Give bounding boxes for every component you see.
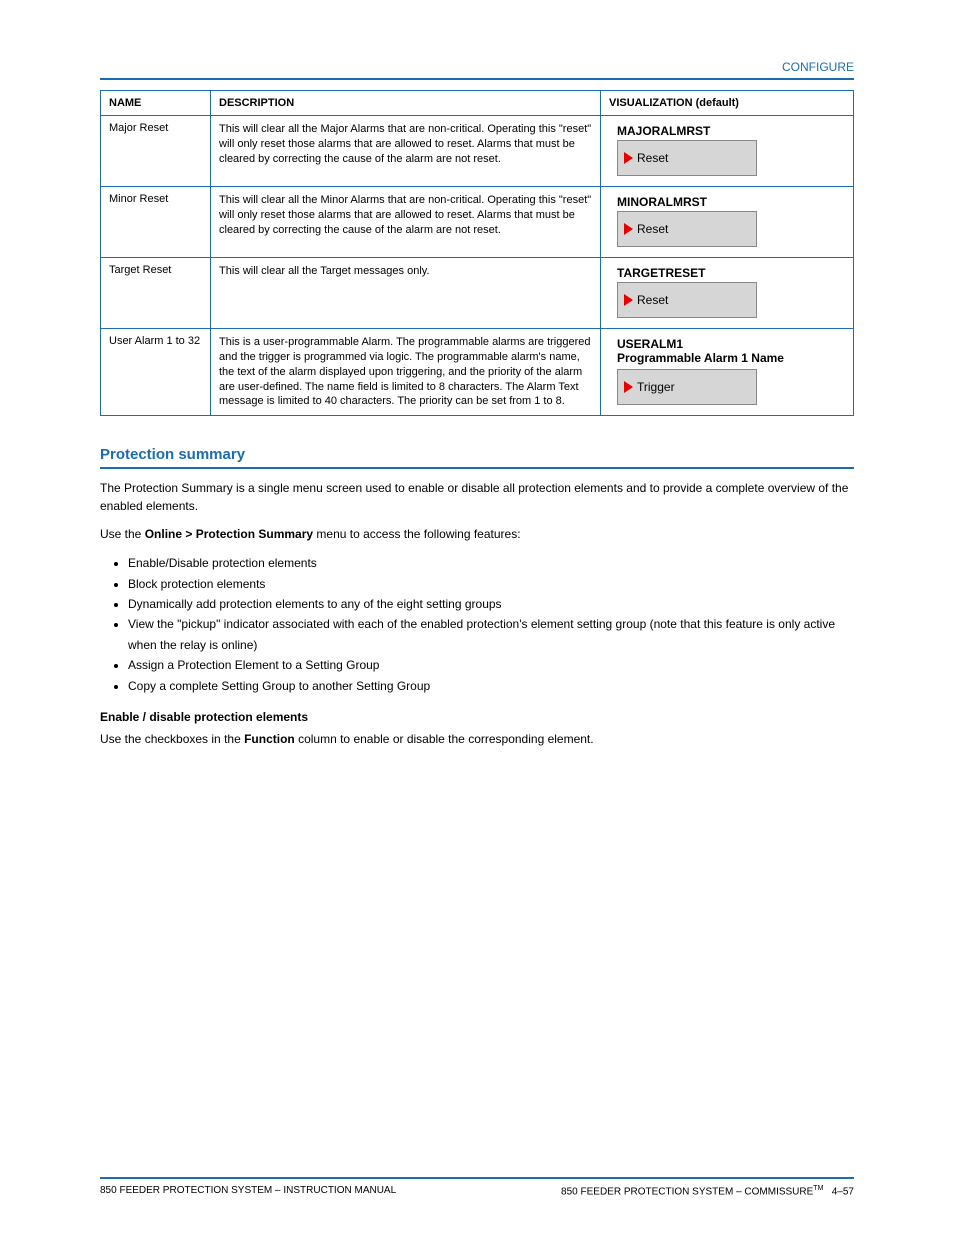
list-item: Block protection elements — [128, 574, 854, 594]
row-desc: This will clear all the Target messages … — [211, 258, 601, 329]
vis-title: TARGETRESET — [617, 266, 845, 280]
play-icon — [624, 381, 633, 393]
sub-c: column to enable or disable the correspo… — [295, 732, 594, 746]
table-row: Major ResetThis will clear all the Major… — [101, 116, 854, 187]
page-footer: 850 FEEDER PROTECTION SYSTEM – INSTRUCTI… — [100, 1177, 854, 1197]
subsection-p: Use the checkboxes in the Function colum… — [100, 730, 854, 748]
vis-button-label: Reset — [637, 222, 668, 236]
reset-button[interactable]: Reset — [617, 282, 757, 318]
reset-button[interactable]: Reset — [617, 211, 757, 247]
table-header-row: NAME DESCRIPTION VISUALIZATION (default) — [101, 91, 854, 116]
vis-subtitle: Programmable Alarm 1 Name — [617, 351, 845, 365]
row-name: Target Reset — [101, 258, 211, 329]
vis-title: MAJORALMRST — [617, 124, 845, 138]
alarms-table: NAME DESCRIPTION VISUALIZATION (default)… — [100, 90, 854, 416]
footer-right-a: 850 FEEDER PROTECTION SYSTEM – COMMISSUR… — [561, 1186, 813, 1197]
row-name: Minor Reset — [101, 187, 211, 258]
play-icon — [624, 152, 633, 164]
row-name: User Alarm 1 to 32 — [101, 329, 211, 416]
sub-b: Function — [244, 732, 295, 746]
footer-page: 4–57 — [832, 1186, 854, 1197]
list-item: Dynamically add protection elements to a… — [128, 594, 854, 614]
list-item: Enable/Disable protection elements — [128, 553, 854, 573]
section-title: Protection summary — [100, 446, 854, 469]
feature-list: Enable/Disable protection elementsBlock … — [100, 553, 854, 696]
subsection-title: Enable / disable protection elements — [100, 710, 854, 724]
list-item: Assign a Protection Element to a Setting… — [128, 655, 854, 675]
p2-a: Use the — [100, 527, 145, 541]
col-desc: DESCRIPTION — [211, 91, 601, 116]
row-vis: MINORALMRST Reset — [601, 187, 854, 258]
table-row: User Alarm 1 to 32This is a user-program… — [101, 329, 854, 416]
vis-title: MINORALMRST — [617, 195, 845, 209]
col-name: NAME — [101, 91, 211, 116]
tm-mark: TM — [813, 1185, 823, 1192]
play-icon — [624, 223, 633, 235]
row-vis: USERALM1Programmable Alarm 1 Name Trigger — [601, 329, 854, 416]
page-header: CONFIGURE — [100, 60, 854, 80]
header-right: CONFIGURE — [782, 60, 854, 74]
row-desc: This will clear all the Minor Alarms tha… — [211, 187, 601, 258]
section-p1: The Protection Summary is a single menu … — [100, 479, 854, 515]
row-desc: This is a user-programmable Alarm. The p… — [211, 329, 601, 416]
list-item: Copy a complete Setting Group to another… — [128, 676, 854, 696]
vis-button-label: Trigger — [637, 380, 675, 394]
p2-c: menu to access the following features: — [313, 527, 520, 541]
vis-button-label: Reset — [637, 151, 668, 165]
table-row: Minor ResetThis will clear all the Minor… — [101, 187, 854, 258]
row-vis: TARGETRESET Reset — [601, 258, 854, 329]
trigger-button[interactable]: Trigger — [617, 369, 757, 405]
vis-button-label: Reset — [637, 293, 668, 307]
table-row: Target ResetThis will clear all the Targ… — [101, 258, 854, 329]
sub-a: Use the checkboxes in the — [100, 732, 244, 746]
vis-title: USERALM1 — [617, 337, 845, 351]
row-vis: MAJORALMRST Reset — [601, 116, 854, 187]
list-item: View the "pickup" indicator associated w… — [128, 614, 854, 655]
row-name: Major Reset — [101, 116, 211, 187]
footer-left: 850 FEEDER PROTECTION SYSTEM – INSTRUCTI… — [100, 1185, 396, 1197]
col-vis: VISUALIZATION (default) — [601, 91, 854, 116]
play-icon — [624, 294, 633, 306]
section-p2: Use the Online > Protection Summary menu… — [100, 525, 854, 543]
row-desc: This will clear all the Major Alarms tha… — [211, 116, 601, 187]
reset-button[interactable]: Reset — [617, 140, 757, 176]
p2-menu: Online > Protection Summary — [145, 527, 313, 541]
